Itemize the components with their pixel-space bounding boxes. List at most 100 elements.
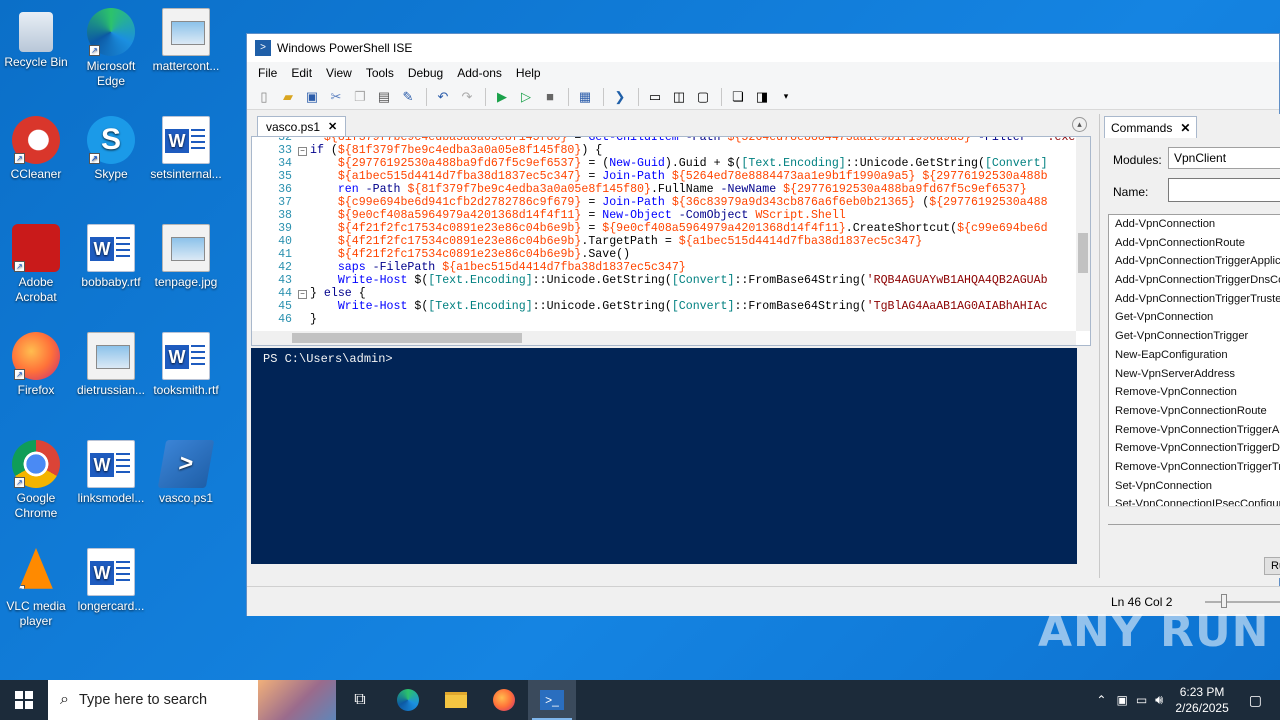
show-script-right-icon[interactable]: ◫ (668, 87, 690, 107)
zoom-slider[interactable] (1205, 601, 1280, 603)
command-item[interactable]: Remove-VpnConnectionTriggerTrustedNetwor… (1109, 458, 1280, 477)
line-number: 43 (278, 274, 292, 287)
desktop-icon[interactable]: tenpage.jpg (150, 224, 222, 290)
script-tab[interactable]: vasco.ps1 ✕ (257, 116, 347, 136)
desktop-icon[interactable]: bobbaby.rtf (75, 224, 147, 290)
cut-icon[interactable]: ✂ (325, 87, 347, 107)
usb-icon[interactable]: ▣ (1116, 693, 1127, 707)
redo-icon[interactable]: ↷ (456, 87, 478, 107)
scroll-thumb[interactable] (292, 333, 522, 343)
volume-icon[interactable]: 🔊︎ (1155, 692, 1163, 708)
powershell-ise-window[interactable]: > Windows PowerShell ISE File Edit View … (246, 33, 1280, 616)
show-hidden-icons-icon[interactable]: ⌃ (1096, 693, 1106, 707)
command-item[interactable]: Remove-VpnConnectionRoute (1109, 402, 1280, 421)
taskbar-edge[interactable] (384, 680, 432, 720)
word-doc-icon (87, 548, 135, 596)
menu-edit[interactable]: Edit (284, 66, 319, 80)
copy-icon[interactable]: ❐ (349, 87, 371, 107)
command-item[interactable]: New-EapConfiguration (1109, 346, 1280, 365)
run-button[interactable]: Ru (1264, 557, 1280, 575)
new-file-icon[interactable]: ▯ (253, 87, 275, 107)
title-bar[interactable]: > Windows PowerShell ISE (247, 34, 1279, 62)
desktop-icon[interactable]: > vasco.ps1 (150, 440, 222, 506)
command-item[interactable]: Remove-VpnConnectionTriggerApplication (1109, 421, 1280, 440)
commands-list-scrollbar[interactable] (1108, 506, 1280, 524)
desktop-icon[interactable]: ↗ CCleaner (0, 116, 72, 182)
taskbar-firefox[interactable] (480, 680, 528, 720)
command-item[interactable]: Get-VpnConnectionTrigger (1109, 327, 1280, 346)
desktop-icon[interactable]: tooksmith.rtf (150, 332, 222, 398)
show-command-addon-icon[interactable]: ◨ (751, 87, 773, 107)
task-view-button[interactable]: ⧉ (336, 680, 384, 720)
clear-console-icon[interactable]: ✎ (397, 87, 419, 107)
line-number: 35 (278, 170, 292, 183)
close-commands-icon[interactable]: ✕ (1180, 121, 1190, 135)
desktop-icon[interactable]: ↗ Microsoft Edge (75, 8, 147, 89)
fold-toggle-icon[interactable]: − (298, 290, 307, 299)
toolbar-overflow-icon[interactable]: ▾ (775, 87, 797, 107)
menu-addons[interactable]: Add-ons (450, 66, 509, 80)
command-item[interactable]: Set-VpnConnection (1109, 477, 1280, 496)
desktop-icon[interactable]: Recycle Bin (0, 8, 72, 70)
clock[interactable]: 6:23 PM 2/26/2025 (1175, 684, 1228, 716)
menu-view[interactable]: View (319, 66, 359, 80)
command-item[interactable]: Remove-VpnConnection (1109, 383, 1280, 402)
menu-help[interactable]: Help (509, 66, 548, 80)
notifications-icon[interactable]: ▢ (1249, 692, 1262, 709)
command-item[interactable]: Add-VpnConnectionRoute (1109, 234, 1280, 253)
desktop-icon[interactable]: longercard... (75, 548, 147, 614)
save-icon[interactable]: ▣ (301, 87, 323, 107)
command-item[interactable]: Add-VpnConnection (1109, 215, 1280, 234)
run-selection-icon[interactable]: ▷ (515, 87, 537, 107)
commands-tab[interactable]: Commands ✕ (1104, 116, 1198, 138)
open-folder-icon[interactable]: ▰ (277, 87, 299, 107)
desktop-icon[interactable]: setsinternal... (150, 116, 222, 182)
desktop-icon[interactable]: ↗ Firefox (0, 332, 72, 398)
desktop-icon[interactable]: linksmodel... (75, 440, 147, 506)
command-item[interactable]: New-VpnServerAddress (1109, 365, 1280, 384)
modules-dropdown[interactable]: VpnClient (1168, 147, 1280, 169)
remote-powershell-icon[interactable]: ▦ (574, 87, 596, 107)
editor-vertical-scrollbar[interactable] (1076, 137, 1090, 331)
desktop-icon[interactable]: mattercont... (150, 8, 222, 74)
fold-toggle-icon[interactable]: − (298, 147, 307, 156)
menu-tools[interactable]: Tools (359, 66, 401, 80)
desktop-icon[interactable]: S ↗ Skype (75, 116, 147, 182)
show-script-maximized-icon[interactable]: ▢ (692, 87, 714, 107)
console-scrollbar[interactable] (1077, 348, 1091, 578)
command-item[interactable]: Remove-VpnConnectionTriggerDnsConfigurat… (1109, 439, 1280, 458)
console-horizontal-scrollbar[interactable] (251, 564, 1091, 578)
menu-debug[interactable]: Debug (401, 66, 450, 80)
stop-icon[interactable]: ■ (539, 87, 561, 107)
paste-icon[interactable]: ▤ (373, 87, 395, 107)
script-editor[interactable]: 32 ${81f379f7be9c4edba3a0a05e8f145f80} =… (251, 136, 1091, 346)
taskbar-powershell-ise[interactable]: >_ (528, 680, 576, 720)
desktop-icon[interactable]: ↗ VLC media player (0, 548, 72, 629)
console-pane[interactable]: PS C:\Users\admin> (251, 348, 1091, 578)
command-item[interactable]: Get-VpnConnection (1109, 308, 1280, 327)
start-button[interactable] (0, 680, 48, 720)
taskbar-search-box[interactable]: ⌕ Type here to search (48, 680, 336, 720)
show-command-window-icon[interactable]: ❏ (727, 87, 749, 107)
editor-horizontal-scrollbar[interactable] (252, 331, 1076, 345)
close-tab-icon[interactable]: ✕ (328, 120, 337, 133)
scroll-thumb[interactable] (1078, 233, 1088, 273)
commands-list[interactable]: Add-VpnConnection Add-VpnConnectionRoute A… (1108, 214, 1280, 525)
desktop-icon[interactable]: ↗ Google Chrome (0, 440, 72, 521)
collapse-pane-icon[interactable]: ▴ (1072, 117, 1087, 132)
show-script-top-icon[interactable]: ▭ (644, 87, 666, 107)
window-title: Windows PowerShell ISE (277, 41, 413, 55)
desktop-icon[interactable]: dietrussian... (75, 332, 147, 398)
start-powershell-icon[interactable]: ❯ (609, 87, 631, 107)
taskbar-file-explorer[interactable] (432, 680, 480, 720)
run-script-icon[interactable]: ▶ (491, 87, 513, 107)
command-item[interactable]: Add-VpnConnectionTriggerApplication (1109, 252, 1280, 271)
menu-file[interactable]: File (251, 66, 284, 80)
network-icon[interactable]: ▭ (1136, 693, 1147, 707)
code-area[interactable]: 32 ${81f379f7be9c4edba3a0a05e8f145f80} =… (252, 137, 1076, 331)
undo-icon[interactable]: ↶ (432, 87, 454, 107)
command-item[interactable]: Add-VpnConnectionTriggerTrustedNetwork (1109, 290, 1280, 309)
name-input[interactable] (1168, 178, 1280, 202)
command-item[interactable]: Add-VpnConnectionTriggerDnsConfiguration (1109, 271, 1280, 290)
desktop-icon[interactable]: ↗ Adobe Acrobat (0, 224, 72, 305)
